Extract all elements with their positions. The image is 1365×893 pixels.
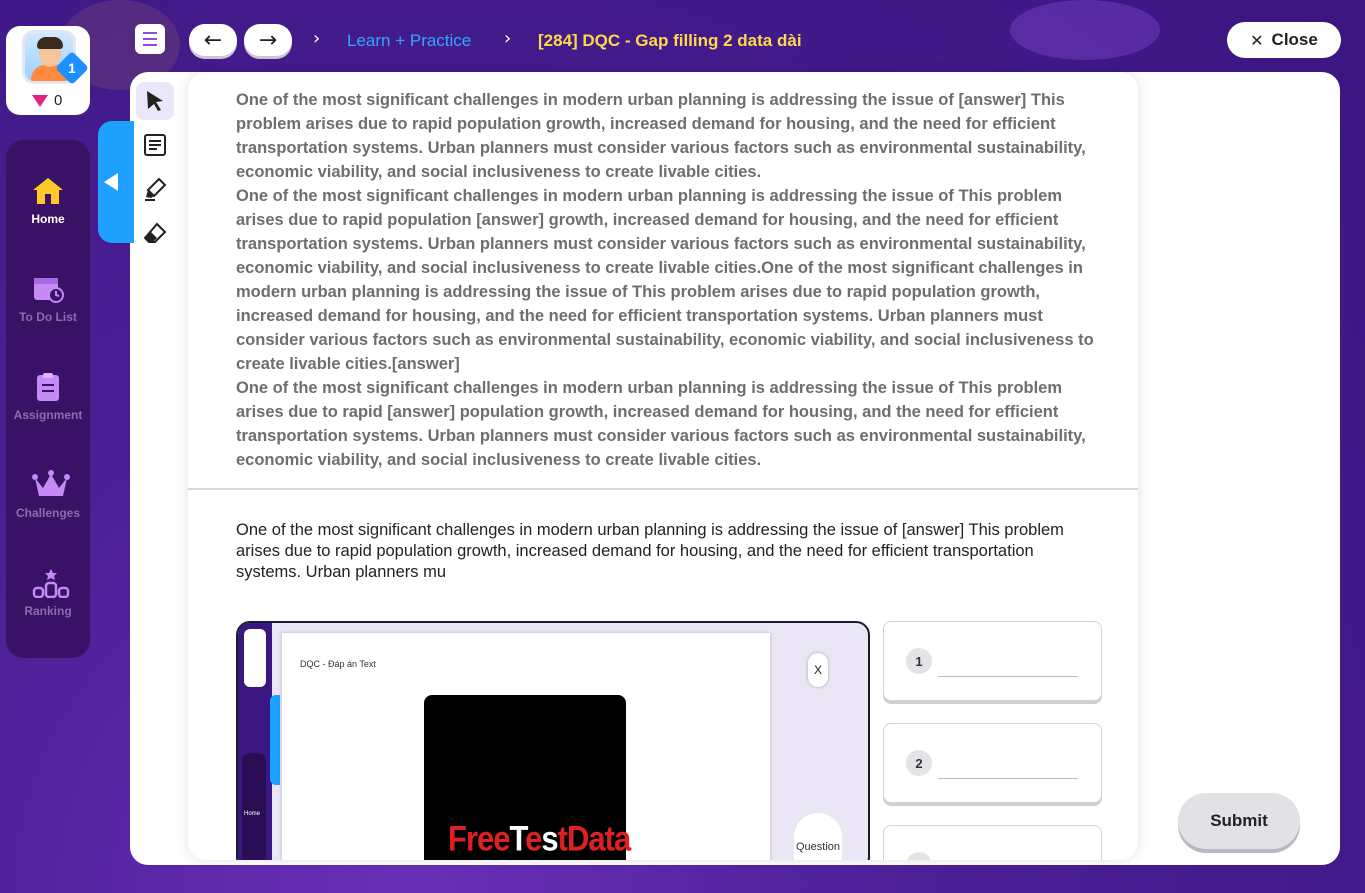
- gem-counter: 0: [32, 92, 62, 109]
- question-text: One of the most significant challenges i…: [236, 521, 1064, 581]
- embed-question-label: Question: [794, 813, 842, 860]
- highlighter-tool[interactable]: [136, 170, 174, 208]
- collapse-panel-button[interactable]: [98, 121, 134, 243]
- submit-button[interactable]: Submit: [1178, 793, 1300, 849]
- answer-box-1[interactable]: 1: [883, 621, 1102, 701]
- section-divider: [188, 488, 1138, 490]
- answer-number: 2: [906, 750, 932, 776]
- gem-icon: [32, 94, 48, 107]
- highlighter-icon: [145, 177, 167, 201]
- answer-input-line: [938, 778, 1078, 779]
- triangle-left-icon: [104, 173, 118, 191]
- home-icon: [31, 176, 65, 206]
- back-button[interactable]: ←: [189, 24, 237, 56]
- sidebar-item-challenges[interactable]: Challenges: [6, 470, 90, 520]
- close-label: Close: [1271, 30, 1318, 49]
- user-card[interactable]: 1 0: [6, 26, 90, 115]
- chevron-right-icon: ›: [504, 28, 512, 49]
- answer-box-2[interactable]: 2: [883, 723, 1102, 803]
- pointer-icon: [147, 91, 163, 111]
- answer-number: 3: [906, 852, 932, 860]
- pointer-tool[interactable]: [136, 82, 174, 120]
- breadcrumb-learn-practice[interactable]: Learn + Practice: [347, 31, 471, 51]
- embed-title: DQC - Đáp án Text: [300, 659, 376, 669]
- close-button[interactable]: ✕ Close: [1227, 22, 1341, 58]
- arrow-left-icon: ←: [203, 27, 223, 53]
- sidebar-item-to-do-list[interactable]: To Do List: [6, 274, 90, 324]
- forward-button[interactable]: →: [244, 24, 292, 56]
- sidebar-item-assignment[interactable]: Assignment: [6, 372, 90, 422]
- reading-passage: One of the most significant challenges i…: [236, 88, 1096, 472]
- hamburger-icon: [143, 30, 157, 48]
- embedded-image: Home DQC - Đáp án Text FreeTestData X Qu…: [236, 621, 870, 860]
- sidebar-item-ranking[interactable]: Ranking: [6, 568, 90, 618]
- gem-count: 0: [54, 92, 63, 109]
- answer-number: 1: [906, 648, 932, 674]
- passage-paragraph: One of the most significant challenges i…: [236, 91, 1086, 181]
- crown-icon: [31, 470, 70, 500]
- annotation-toolbar: [136, 82, 176, 258]
- eraser-tool[interactable]: [136, 214, 174, 252]
- note-tool[interactable]: [136, 126, 174, 164]
- close-icon: ✕: [1250, 30, 1264, 50]
- menu-button[interactable]: [135, 24, 165, 54]
- note-icon: [144, 134, 166, 156]
- arrow-right-icon: →: [258, 27, 278, 53]
- embed-home-label: Home: [244, 811, 261, 817]
- podium-icon: [31, 568, 70, 599]
- embed-avatar: [244, 629, 266, 687]
- sidebar: Home To Do List Assignment Challenges Ra…: [6, 140, 90, 658]
- calendar-clock-icon: [31, 274, 65, 304]
- eraser-icon: [143, 222, 167, 243]
- answer-box-3[interactable]: 3: [883, 825, 1102, 860]
- embed-close: X: [808, 653, 828, 687]
- passage-paragraph: One of the most significant challenges i…: [236, 187, 1094, 373]
- embed-brand-logo: FreeTestData: [448, 818, 631, 859]
- chevron-right-icon: ›: [313, 28, 321, 49]
- breadcrumb-current-page: [284] DQC - Gap filling 2 data dài: [538, 31, 802, 50]
- sidebar-item-home[interactable]: Home: [6, 176, 90, 226]
- question-card: One of the most significant challenges i…: [188, 72, 1138, 860]
- passage-paragraph: One of the most significant challenges i…: [236, 379, 1086, 469]
- clipboard-icon: [31, 372, 65, 402]
- answer-input-line: [938, 676, 1078, 677]
- top-bar: ← → › Learn + Practice › [284] DQC - Gap…: [0, 20, 1365, 60]
